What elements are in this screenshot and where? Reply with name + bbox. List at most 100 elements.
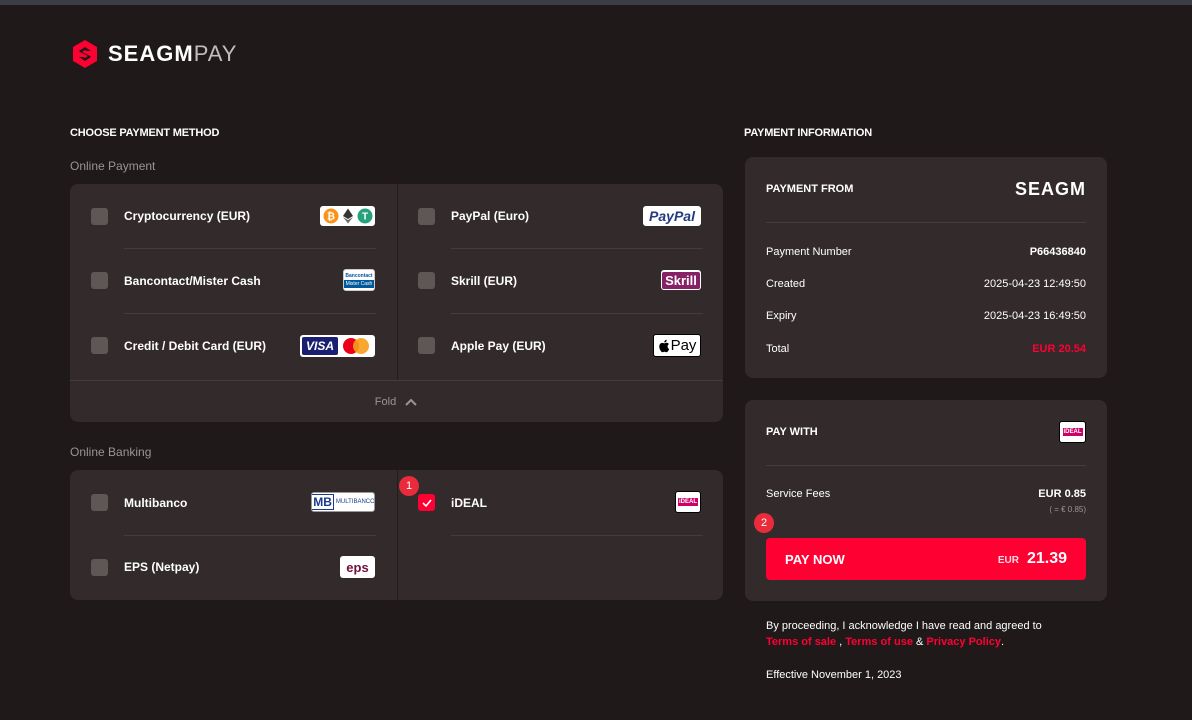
row-label: Created: [766, 278, 806, 290]
tether-glyph: T: [361, 212, 367, 223]
bancontact-bottom: Mister Cash: [344, 280, 374, 288]
option-label: Bancontact/Mister Cash: [124, 274, 261, 288]
terms-of-use-link[interactable]: Terms of use: [845, 636, 913, 648]
checkbox-eps[interactable]: [91, 559, 108, 576]
payment-information-title: PAYMENT INFORMATION: [744, 127, 872, 139]
option-multibanco[interactable]: Multibanco MB MULTIBANCO: [70, 470, 397, 534]
online-banking-panel: Multibanco MB MULTIBANCO iDEAL iDEAL EPS…: [70, 470, 723, 600]
total-value: EUR 20.54: [1032, 343, 1086, 355]
checkbox-paypal[interactable]: [418, 208, 435, 225]
mastercard-icon: [343, 338, 369, 354]
legal-links: Terms of sale , Terms of use & Privacy P…: [766, 634, 1042, 650]
skrill-text: Skrill: [662, 271, 700, 289]
option-label: EPS (Netpay): [124, 560, 200, 574]
checkbox-ideal[interactable]: [418, 494, 435, 511]
section-divider: [766, 465, 1086, 466]
paypal-text: PayPal: [649, 208, 695, 224]
legal-end: .: [1001, 636, 1005, 648]
row-label: Expiry: [766, 310, 797, 322]
paypal-logo: PayPal: [643, 206, 701, 226]
ideal-logo: iDEAL: [675, 491, 701, 513]
pay-with-panel: PAY WITH iDEAL Service Fees EUR 0.85 ( =…: [745, 400, 1107, 601]
online-banking-label: Online Banking: [70, 445, 152, 459]
checkbox-card[interactable]: [91, 337, 108, 354]
logo-text: SEAGMPAY: [108, 41, 237, 67]
checkbox-bancontact[interactable]: [91, 272, 108, 289]
expiry-value: 2025-04-23 16:49:50: [983, 310, 1086, 322]
seagm-hexagon-icon: [73, 40, 97, 68]
payment-from-label: PAYMENT FROM: [766, 183, 854, 195]
payment-number-row: Payment Number P66436840: [766, 246, 1086, 258]
option-ideal[interactable]: iDEAL iDEAL: [397, 470, 723, 534]
svg-text:₿: ₿: [326, 211, 334, 223]
legal-sep: &: [912, 636, 927, 648]
visa-text: VISA: [302, 337, 339, 355]
bancontact-logo: Bancontact Mister Cash: [343, 269, 375, 291]
option-label: Credit / Debit Card (EUR): [124, 339, 267, 353]
eps-text: eps: [346, 559, 369, 575]
option-paypal[interactable]: PayPal (Euro) PayPal: [397, 184, 723, 248]
payment-number-value: P66436840: [1029, 246, 1086, 258]
option-label: PayPal (Euro): [451, 209, 530, 223]
multibanco-text: MULTIBANCO: [335, 499, 375, 505]
bancontact-top: Bancontact: [345, 273, 373, 279]
visa-mastercard-logo: VISA: [300, 335, 375, 357]
option-eps[interactable]: EPS (Netpay) eps: [70, 536, 397, 600]
row-label: Payment Number: [766, 246, 852, 258]
service-fees-row: Service Fees EUR 0.85: [766, 488, 1086, 500]
option-apple-pay[interactable]: Apple Pay (EUR) Pay: [397, 314, 723, 378]
fold-toggle[interactable]: Fold: [70, 380, 722, 422]
eps-logo: eps: [340, 556, 375, 578]
crypto-badge: ₿ T: [320, 206, 375, 226]
online-payment-panel: Cryptocurrency (EUR) ₿ T PayPal (Euro) P…: [70, 184, 723, 422]
ideal-text: iDEAL: [1062, 428, 1083, 436]
pay-now-amount: EUR 21.39: [998, 550, 1067, 568]
checkbox-cryptocurrency[interactable]: [91, 208, 108, 225]
terms-of-sale-link[interactable]: Terms of sale: [766, 636, 836, 648]
option-skrill[interactable]: Skrill (EUR) Skrill: [397, 249, 723, 313]
chevron-up-icon: [405, 398, 417, 406]
expiry-row: Expiry 2025-04-23 16:49:50: [766, 310, 1086, 322]
checkbox-skrill[interactable]: [418, 272, 435, 289]
option-label: Skrill (EUR): [451, 274, 518, 288]
pay-now-value: 21.39: [1026, 550, 1067, 567]
skrill-logo: Skrill: [661, 270, 701, 290]
option-label: Multibanco: [124, 496, 188, 510]
option-cryptocurrency[interactable]: Cryptocurrency (EUR) ₿ T: [70, 184, 397, 248]
online-payment-label: Online Payment: [70, 159, 156, 173]
seagm-pay-logo[interactable]: SEAGMPAY: [70, 39, 237, 69]
checkbox-multibanco[interactable]: [91, 494, 108, 511]
logo-brand: SEAGM: [108, 41, 194, 66]
ideal-text: iDEAL: [678, 498, 698, 506]
payment-from-panel: PAYMENT FROM SEAGM Payment Number P66436…: [745, 157, 1107, 378]
seagm-logo: SEAGM: [1014, 179, 1086, 199]
fold-label: Fold: [374, 395, 397, 408]
option-label: Cryptocurrency (EUR): [124, 209, 251, 223]
pay-now-label: PAY NOW: [785, 551, 845, 567]
pay-now-currency: EUR: [997, 555, 1019, 566]
section-divider: [766, 222, 1086, 223]
apple-pay-logo: Pay: [653, 334, 701, 357]
multibanco-mb: MB: [312, 494, 334, 510]
effective-date: Effective November 1, 2023: [766, 669, 902, 681]
option-label: iDEAL: [451, 496, 487, 510]
row-divider: [451, 535, 703, 536]
total-row: Total EUR 20.54: [766, 343, 1086, 355]
service-fees-label: Service Fees: [766, 488, 831, 500]
option-label: Apple Pay (EUR): [451, 339, 546, 353]
step-marker-2: 2: [754, 513, 774, 533]
privacy-policy-link[interactable]: Privacy Policy: [926, 636, 1001, 648]
checkbox-apple-pay[interactable]: [418, 337, 435, 354]
legal-line: By proceeding, I acknowledge I have read…: [766, 620, 1042, 632]
pay-with-label: PAY WITH: [766, 426, 818, 438]
option-bancontact[interactable]: Bancontact/Mister Cash Bancontact Mister…: [70, 249, 397, 313]
row-label: Total: [766, 343, 790, 355]
service-fees-value: EUR 0.85: [1038, 488, 1086, 500]
legal-sep: ,: [836, 636, 846, 648]
created-row: Created 2025-04-23 12:49:50: [766, 278, 1086, 290]
apple-icon: [658, 339, 669, 352]
option-card[interactable]: Credit / Debit Card (EUR) VISA: [70, 314, 397, 378]
created-value: 2025-04-23 12:49:50: [983, 278, 1086, 290]
multibanco-logo: MB MULTIBANCO: [311, 492, 375, 512]
pay-now-button[interactable]: PAY NOW EUR 21.39: [766, 538, 1086, 580]
